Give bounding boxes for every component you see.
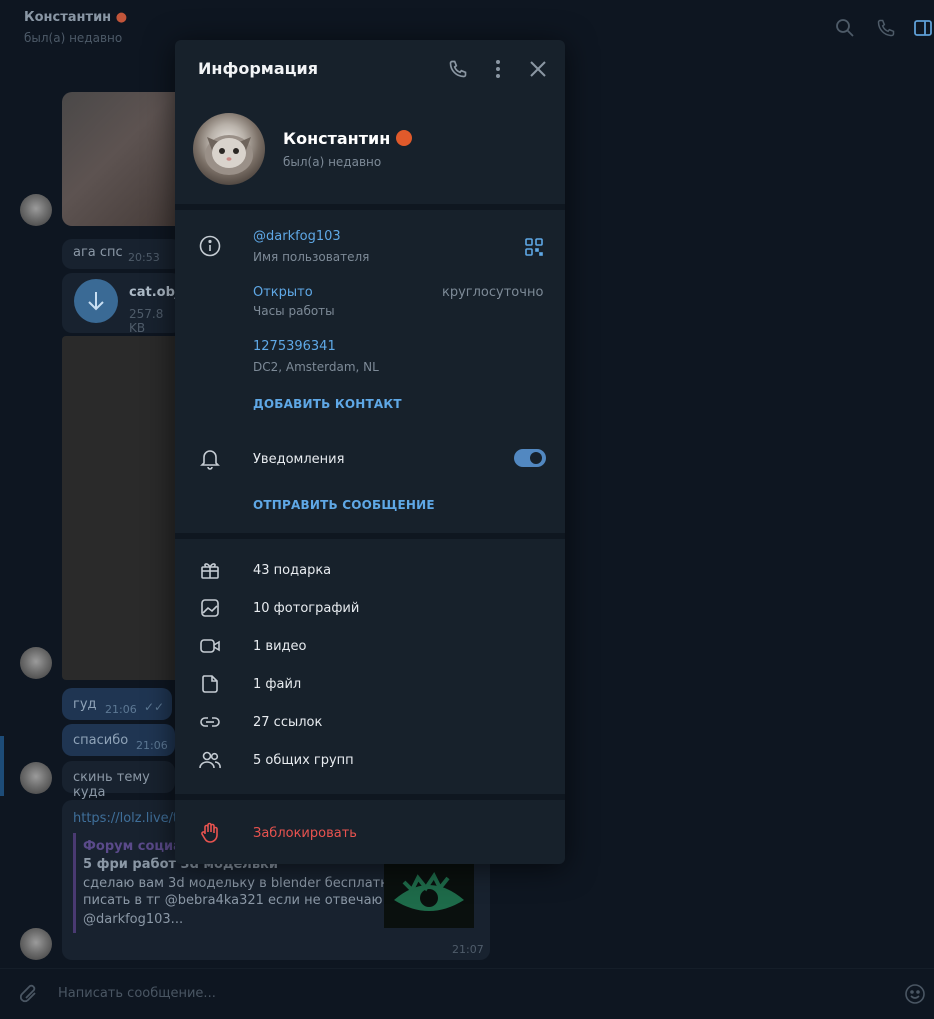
message-input[interactable]: Написать сообщение... — [58, 986, 216, 1001]
section-divider — [175, 533, 565, 539]
section-divider — [175, 794, 565, 800]
profile-name: Константин — [283, 129, 412, 148]
video-icon — [199, 636, 221, 656]
sender-avatar[interactable] — [20, 194, 52, 226]
block-user-button[interactable]: Заблокировать — [253, 826, 357, 841]
notifications-label: Уведомления — [253, 452, 345, 467]
business-hours-value: круглосуточно — [442, 285, 544, 300]
read-checkmarks-icon: ✓✓ — [144, 700, 165, 714]
file-icon — [200, 674, 220, 694]
bell-icon — [200, 448, 220, 470]
qr-code-icon[interactable] — [525, 238, 543, 256]
download-icon[interactable] — [74, 279, 118, 323]
username-link[interactable]: @darkfog103 — [253, 229, 341, 244]
link-icon — [199, 712, 221, 732]
preview-bar — [73, 833, 76, 933]
sidebar-toggle-icon[interactable] — [913, 18, 933, 38]
message-bubble: ага спс 20:53 — [62, 239, 182, 269]
send-message-button[interactable]: ОТПРАВИТЬ СООБЩЕНИЕ — [253, 498, 435, 512]
files-item[interactable]: 1 файл — [253, 677, 301, 692]
call-icon[interactable] — [448, 59, 468, 79]
info-icon — [199, 235, 221, 257]
groups-icon — [199, 750, 221, 770]
message-time: 20:53 — [128, 251, 160, 264]
chat-status: был(а) недавно — [24, 31, 123, 45]
links-item[interactable]: 27 ссылок — [253, 715, 322, 730]
message-text: скинь тему куда — [73, 770, 150, 800]
preview-thumbnail[interactable] — [384, 860, 474, 928]
sender-avatar[interactable] — [20, 647, 52, 679]
user-id[interactable]: 1275396341 — [253, 339, 336, 354]
section-divider — [175, 204, 565, 210]
preview-line: сделаю вам 3d модельку в blender бесплат… — [83, 876, 397, 891]
preview-line: @darkfog103... — [83, 912, 184, 927]
preview-line: писать в тг @bebra4ka321 если не отвечаю… — [83, 893, 403, 908]
gift-icon — [200, 560, 220, 580]
message-bubble: скинь тему куда — [62, 761, 175, 800]
message-bubble: гуд 21:06 ✓✓ — [62, 688, 172, 720]
username-label: Имя пользователя — [253, 250, 370, 264]
sender-avatar[interactable] — [20, 928, 52, 960]
message-text: ага спс — [73, 245, 123, 260]
gifts-item[interactable]: 43 подарка — [253, 563, 331, 578]
videos-item[interactable]: 1 видео — [253, 639, 306, 654]
message-link[interactable]: https://lolz.live/th — [73, 811, 186, 826]
photo-icon — [200, 598, 220, 618]
message-text: гуд — [73, 697, 97, 712]
sender-avatar[interactable] — [20, 762, 52, 794]
message-time: 21:06 — [105, 703, 137, 716]
photos-item[interactable]: 10 фотографий — [253, 601, 359, 616]
message-bubble: спасибо 21:06 — [62, 724, 175, 756]
data-center-label: DC2, Amsterdam, NL — [253, 360, 379, 374]
close-icon[interactable] — [529, 60, 547, 78]
file-message[interactable]: cat.obj 257.8 KB — [62, 273, 182, 335]
file-name: cat.obj — [129, 285, 180, 300]
selection-marker — [0, 736, 4, 796]
panel-title: Информация — [198, 59, 318, 78]
chat-title[interactable]: Константин ● — [24, 10, 127, 25]
business-hours-label: Часы работы — [253, 304, 335, 318]
emoji-icon[interactable] — [904, 983, 926, 1005]
search-icon[interactable] — [835, 18, 855, 38]
phone-icon[interactable] — [876, 18, 896, 38]
profile-avatar[interactable] — [193, 113, 265, 185]
profile-status: был(а) недавно — [283, 155, 382, 169]
groups-item[interactable]: 5 общих групп — [253, 753, 354, 768]
screenshot-message[interactable] — [62, 336, 182, 680]
business-hours-status[interactable]: Открыто — [253, 285, 313, 300]
message-text: спасибо — [73, 733, 129, 748]
more-options-icon[interactable] — [488, 59, 508, 79]
add-contact-button[interactable]: ДОБАВИТЬ КОНТАКТ — [253, 397, 402, 411]
attach-icon[interactable] — [20, 983, 40, 1005]
message-time: 21:07 — [452, 943, 484, 956]
message-time: 21:06 — [136, 739, 168, 752]
toggle-knob — [530, 452, 542, 464]
block-hand-icon — [200, 822, 220, 844]
emoji-status-icon — [395, 130, 412, 146]
